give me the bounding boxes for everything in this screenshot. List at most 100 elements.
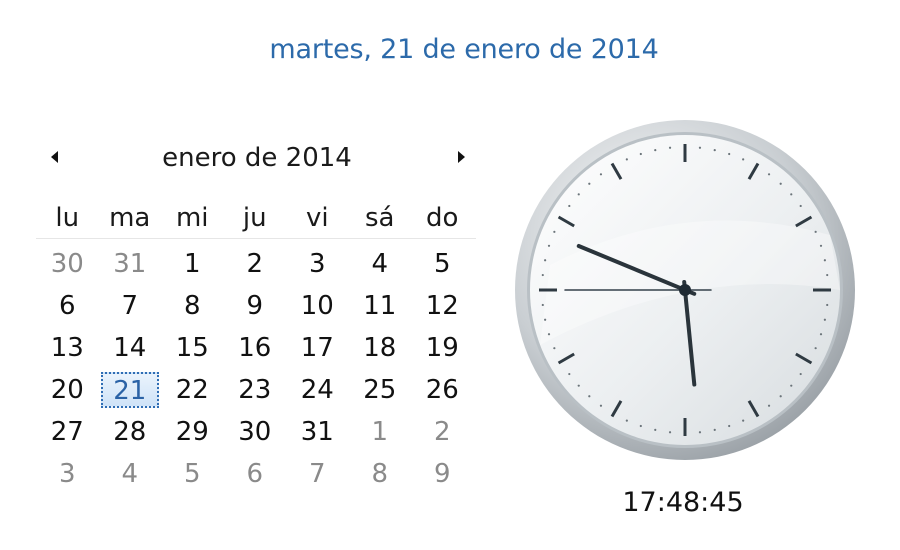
- day-cell[interactable]: 11: [349, 285, 412, 327]
- minute-dot: [599, 173, 603, 176]
- minute-dot: [814, 347, 817, 350]
- day-cell[interactable]: 30: [224, 411, 287, 453]
- weekday-header-row: lu ma mi ju vi sá do: [36, 198, 476, 238]
- day-cell-adjacent-month[interactable]: 5: [161, 453, 224, 495]
- day-number: 7: [308, 459, 326, 489]
- minute-dot: [790, 384, 793, 387]
- day-cell-adjacent-month[interactable]: 3: [36, 453, 99, 495]
- day-cell[interactable]: 5: [411, 243, 474, 285]
- next-month-button[interactable]: [449, 145, 473, 169]
- day-number: 12: [425, 291, 459, 321]
- minute-dot: [544, 259, 547, 262]
- day-cell[interactable]: 16: [224, 327, 287, 369]
- day-cell-adjacent-month[interactable]: 1: [349, 411, 412, 453]
- day-cell[interactable]: 8: [161, 285, 224, 327]
- day-cell[interactable]: 26: [411, 369, 474, 411]
- day-cell[interactable]: 6: [36, 285, 99, 327]
- day-cell[interactable]: 23: [224, 369, 287, 411]
- day-number: 21: [100, 372, 159, 408]
- day-cell[interactable]: 7: [99, 285, 162, 327]
- weeks-container: 30 31 1 2 3 4 5 6 7 8 9 10 11 12 13 14 15 16 17 18 19 20 21 22 2…: [36, 243, 476, 495]
- minute-dot: [568, 204, 571, 208]
- month-title[interactable]: enero de 2014: [100, 143, 414, 173]
- day-cell[interactable]: 27: [36, 411, 99, 453]
- day-cell[interactable]: 25: [349, 369, 412, 411]
- day-cell[interactable]: 20: [36, 369, 99, 411]
- week-row: 20 21 22 23 24 25 26: [36, 369, 476, 411]
- day-cell[interactable]: 15: [161, 327, 224, 369]
- day-cell[interactable]: 12: [411, 285, 474, 327]
- day-number: 1: [183, 249, 201, 279]
- day-number: 15: [175, 333, 209, 363]
- day-number: 31: [300, 417, 334, 447]
- day-number: 2: [246, 249, 264, 279]
- day-cell[interactable]: 14: [99, 327, 162, 369]
- day-number: 17: [300, 333, 334, 363]
- day-cell[interactable]: 17: [286, 327, 349, 369]
- week-row: 3 4 5 6 7 8 9: [36, 453, 476, 495]
- day-number: 8: [183, 291, 201, 321]
- day-number: 16: [238, 333, 272, 363]
- minute-dot: [654, 428, 657, 431]
- day-cell[interactable]: 9: [224, 285, 287, 327]
- day-number: 24: [300, 375, 334, 405]
- day-number: 1: [371, 417, 389, 447]
- minute-dot: [668, 146, 672, 149]
- minute-dot: [544, 318, 547, 321]
- minute-dot: [779, 182, 782, 185]
- day-number: 25: [363, 375, 397, 405]
- minute-dot: [668, 431, 672, 434]
- day-cell-adjacent-month[interactable]: 4: [99, 453, 162, 495]
- day-cell[interactable]: 10: [286, 285, 349, 327]
- minute-dot: [742, 419, 745, 422]
- minute-dot: [728, 424, 731, 428]
- day-cell-adjacent-month[interactable]: 7: [286, 453, 349, 495]
- weekday-label: ju: [242, 203, 267, 233]
- day-number: 22: [175, 375, 209, 405]
- day-cell[interactable]: 13: [36, 327, 99, 369]
- weekday-divider: [36, 238, 476, 239]
- minute-dot: [826, 303, 829, 307]
- day-cell-adjacent-month[interactable]: 30: [36, 243, 99, 285]
- minute-dot: [577, 384, 580, 387]
- minute-dot: [698, 431, 702, 434]
- minute-dot: [779, 395, 782, 398]
- day-cell[interactable]: 2: [224, 243, 287, 285]
- day-cell[interactable]: 18: [349, 327, 412, 369]
- minute-dot: [823, 318, 826, 321]
- day-number: 3: [58, 459, 76, 489]
- minute-dot: [568, 372, 571, 376]
- triangle-left-icon: [50, 151, 58, 163]
- day-cell[interactable]: 4: [349, 243, 412, 285]
- full-date-link[interactable]: martes, 21 de enero de 2014: [0, 34, 900, 65]
- minute-dot: [767, 404, 771, 407]
- day-number: 29: [175, 417, 209, 447]
- day-cell-adjacent-month[interactable]: 2: [411, 411, 474, 453]
- day-cell-adjacent-month[interactable]: 31: [99, 243, 162, 285]
- day-cell-adjacent-month[interactable]: 9: [411, 453, 474, 495]
- day-cell[interactable]: 24: [286, 369, 349, 411]
- day-number: 31: [113, 249, 147, 279]
- day-cell[interactable]: 19: [411, 327, 474, 369]
- day-cell[interactable]: 22: [161, 369, 224, 411]
- day-cell[interactable]: 29: [161, 411, 224, 453]
- minute-dot: [790, 193, 793, 196]
- day-cell-adjacent-month[interactable]: 8: [349, 453, 412, 495]
- minute-dot: [799, 204, 802, 208]
- minute-dot: [819, 244, 823, 247]
- week-row: 13 14 15 16 17 18 19: [36, 327, 476, 369]
- day-number: 2: [433, 417, 451, 447]
- weekday-label: mi: [175, 203, 209, 233]
- previous-month-button[interactable]: [42, 145, 66, 169]
- minute-dot: [826, 273, 829, 277]
- day-cell[interactable]: 31: [286, 411, 349, 453]
- day-cell[interactable]: 28: [99, 411, 162, 453]
- day-cell[interactable]: 1: [161, 243, 224, 285]
- minute-dot: [814, 230, 817, 233]
- day-number: 13: [50, 333, 84, 363]
- day-cell-adjacent-month[interactable]: 6: [224, 453, 287, 495]
- day-cell-today[interactable]: 21: [99, 369, 162, 411]
- day-cell[interactable]: 3: [286, 243, 349, 285]
- minute-dot: [625, 419, 628, 422]
- minute-dot: [547, 244, 551, 247]
